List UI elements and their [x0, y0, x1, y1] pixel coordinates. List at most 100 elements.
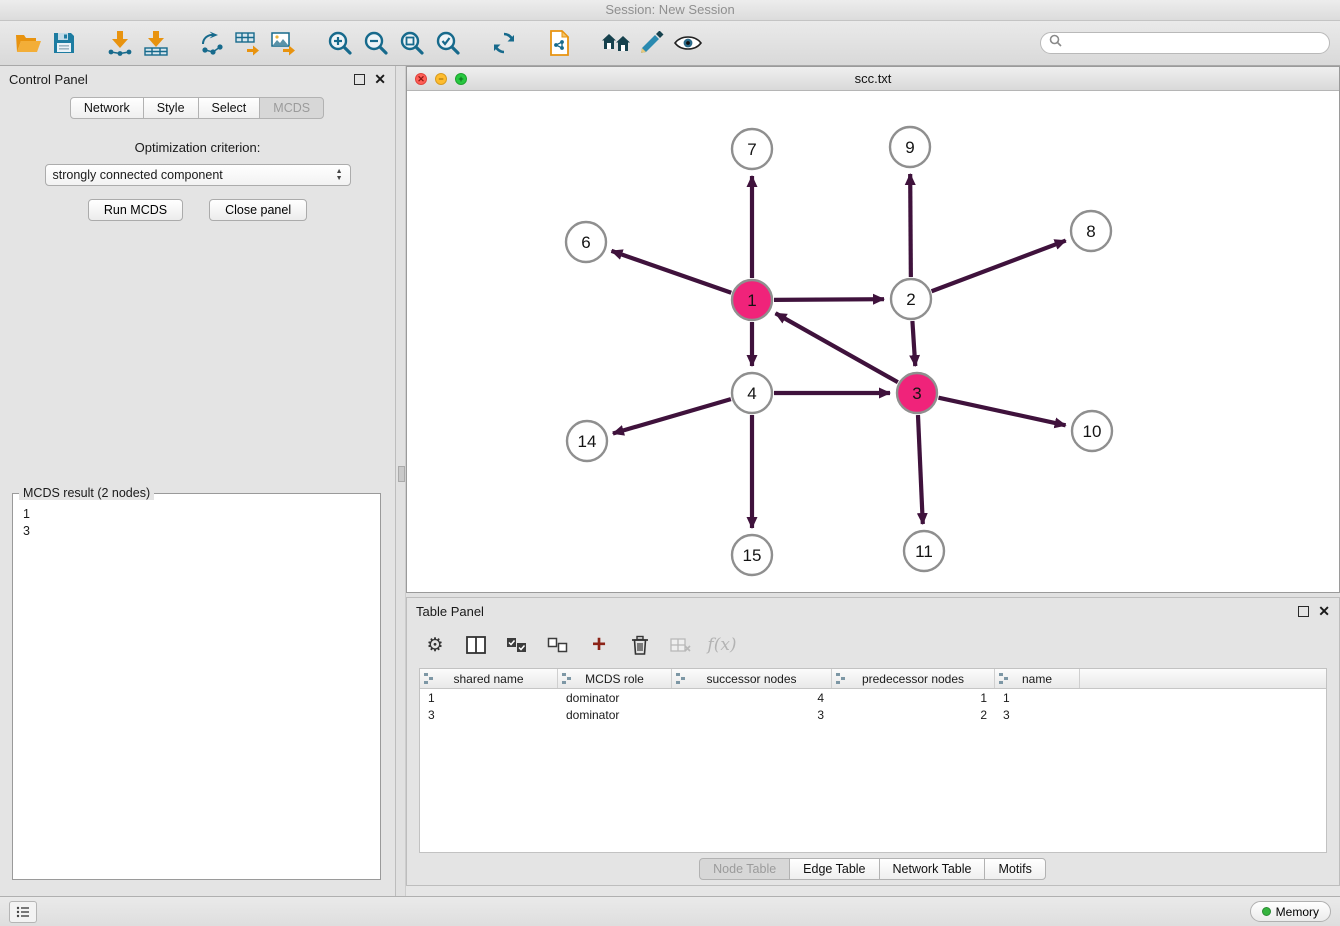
optimization-criterion-label: Optimization criterion:: [0, 140, 395, 155]
column-type-icon: [999, 673, 1009, 687]
select-all-columns-icon[interactable]: [505, 633, 529, 657]
graph-node-2[interactable]: 2: [891, 279, 931, 319]
graph-node-11[interactable]: 11: [904, 531, 944, 571]
graph-node-14[interactable]: 14: [567, 421, 607, 461]
edge-2-to-3[interactable]: [912, 321, 915, 366]
tab-motifs[interactable]: Motifs: [984, 858, 1045, 880]
table-cell[interactable]: 3: [995, 708, 1080, 722]
settings-gear-icon[interactable]: ⚙: [423, 633, 447, 657]
svg-text:2: 2: [906, 290, 915, 309]
column-header-shared-name[interactable]: shared name: [420, 669, 558, 688]
edge-3-to-11[interactable]: [918, 415, 923, 524]
clone-network-document-icon[interactable]: [542, 24, 578, 62]
maximize-window-icon[interactable]: +: [455, 73, 467, 85]
run-mcds-button[interactable]: Run MCDS: [88, 199, 183, 221]
search-box[interactable]: [1040, 32, 1330, 54]
graph-node-9[interactable]: 9: [890, 127, 930, 167]
function-builder-icon: f(x): [710, 633, 734, 657]
tab-edge-table[interactable]: Edge Table: [789, 858, 879, 880]
deselect-all-columns-icon[interactable]: [546, 633, 570, 657]
export-table-icon[interactable]: [230, 24, 266, 62]
splitter-handle[interactable]: [398, 466, 405, 482]
table-toolbar: ⚙ + f(x): [407, 624, 1339, 666]
open-session-icon[interactable]: [10, 24, 46, 62]
minimize-window-icon[interactable]: −: [435, 73, 447, 85]
table-cell[interactable]: 4: [672, 691, 832, 705]
search-input[interactable]: [1067, 36, 1321, 50]
edge-4-to-14[interactable]: [613, 399, 731, 433]
export-image-icon[interactable]: [266, 24, 302, 62]
zoom-in-icon[interactable]: [322, 24, 358, 62]
vertical-splitter[interactable]: [396, 66, 406, 896]
dropdown-stepper-icon: ▲▼: [336, 168, 343, 182]
graph-node-6[interactable]: 6: [566, 222, 606, 262]
column-header-name[interactable]: name: [995, 669, 1080, 688]
table-row[interactable]: 1dominator411: [420, 689, 1326, 706]
float-panel-icon[interactable]: [354, 74, 365, 85]
close-window-icon[interactable]: ✕: [415, 73, 427, 85]
import-table-icon[interactable]: [138, 24, 174, 62]
table-cell[interactable]: 1: [832, 691, 995, 705]
edge-3-to-10[interactable]: [938, 398, 1065, 426]
float-table-panel-icon[interactable]: [1298, 606, 1309, 617]
delete-column-icon[interactable]: [628, 633, 652, 657]
close-panel-icon[interactable]: ✕: [374, 73, 386, 85]
graph-node-7[interactable]: 7: [732, 129, 772, 169]
tab-style[interactable]: Style: [143, 97, 199, 119]
svg-text:7: 7: [747, 140, 756, 159]
table-cell[interactable]: dominator: [558, 691, 672, 705]
tab-select[interactable]: Select: [198, 97, 261, 119]
column-header-predecessor-nodes[interactable]: predecessor nodes: [832, 669, 995, 688]
zoom-fit-icon[interactable]: [394, 24, 430, 62]
column-type-icon: [676, 673, 686, 687]
mcds-result-node: 3: [23, 523, 370, 540]
import-network-icon[interactable]: [102, 24, 138, 62]
show-columns-icon[interactable]: [464, 633, 488, 657]
graph-node-4[interactable]: 4: [732, 373, 772, 413]
optimization-criterion-select[interactable]: strongly connected component ▲▼: [45, 164, 351, 186]
tab-mcds[interactable]: MCDS: [259, 97, 324, 119]
edge-1-to-6[interactable]: [611, 251, 731, 293]
graph-node-8[interactable]: 8: [1071, 211, 1111, 251]
table-row[interactable]: 3dominator323: [420, 706, 1326, 723]
edge-1-to-2[interactable]: [774, 299, 884, 300]
table-cell[interactable]: 1: [995, 691, 1080, 705]
mcds-result-node: 1: [23, 506, 370, 523]
graph-node-15[interactable]: 15: [732, 535, 772, 575]
edge-2-to-9[interactable]: [910, 174, 911, 277]
zoom-selected-icon[interactable]: [430, 24, 466, 62]
network-canvas[interactable]: 7 9 6 8 1 2 4 3 14 10 15 11: [407, 91, 1339, 592]
close-table-panel-icon[interactable]: ✕: [1318, 605, 1330, 617]
tab-network[interactable]: Network: [70, 97, 144, 119]
zoom-out-icon[interactable]: [358, 24, 394, 62]
tab-network-table[interactable]: Network Table: [879, 858, 986, 880]
network-window-titlebar[interactable]: scc.txt ✕ − +: [407, 67, 1339, 91]
eye-icon[interactable]: [670, 24, 706, 62]
column-header-MCDS-role[interactable]: MCDS role: [558, 669, 672, 688]
refresh-layout-icon[interactable]: [486, 24, 522, 62]
mcds-result-list[interactable]: 13: [16, 504, 377, 876]
memory-button[interactable]: Memory: [1250, 901, 1331, 922]
graph-node-3[interactable]: 3: [897, 373, 937, 413]
table-cell[interactable]: 3: [672, 708, 832, 722]
table-cell[interactable]: 2: [832, 708, 995, 722]
task-history-button[interactable]: [9, 901, 37, 923]
table-cell[interactable]: 1: [420, 691, 558, 705]
tab-node-table[interactable]: Node Table: [699, 858, 790, 880]
table-cell[interactable]: dominator: [558, 708, 672, 722]
paint-style-icon[interactable]: [634, 24, 670, 62]
close-panel-button[interactable]: Close panel: [209, 199, 307, 221]
svg-text:9: 9: [905, 138, 914, 157]
network-graph[interactable]: 7 9 6 8 1 2 4 3 14 10 15 11: [407, 91, 1339, 594]
edge-3-to-1[interactable]: [776, 313, 898, 382]
graph-node-1[interactable]: 1: [732, 280, 772, 320]
edge-2-to-8[interactable]: [932, 241, 1066, 292]
network-share-icon[interactable]: [194, 24, 230, 62]
create-column-icon[interactable]: +: [587, 633, 611, 657]
graph-node-10[interactable]: 10: [1072, 411, 1112, 451]
svg-text:15: 15: [743, 546, 762, 565]
first-neighbors-icon[interactable]: [598, 24, 634, 62]
table-cell[interactable]: 3: [420, 708, 558, 722]
save-session-icon[interactable]: [46, 24, 82, 62]
column-header-successor-nodes[interactable]: successor nodes: [672, 669, 832, 688]
